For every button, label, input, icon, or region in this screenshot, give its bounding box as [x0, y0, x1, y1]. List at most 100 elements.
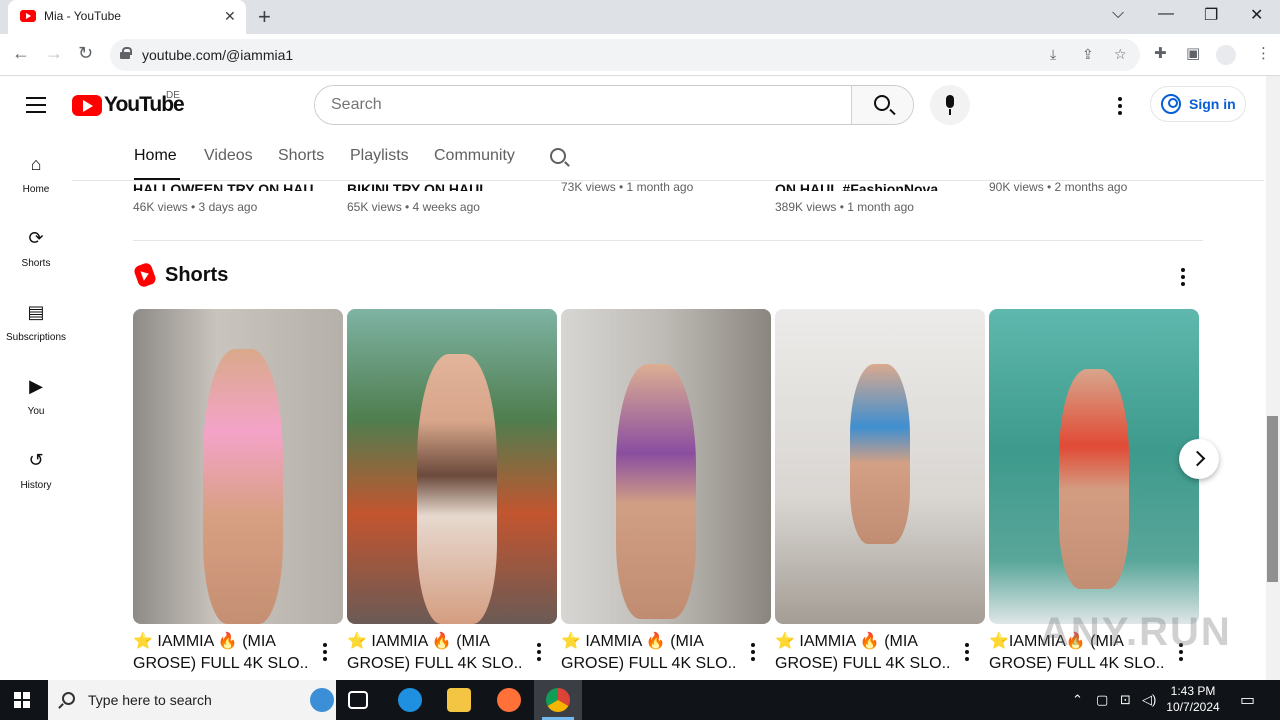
- page-scrollbar-track[interactable]: [1266, 76, 1280, 680]
- guide-label: Home: [22, 184, 50, 195]
- voice-search-mic-icon[interactable]: [930, 85, 970, 125]
- shelf-title: Shorts: [165, 264, 229, 286]
- guide-item-home[interactable]: ⌂ Home: [0, 154, 72, 228]
- install-app-icon[interactable]: ⤓: [1050, 46, 1056, 63]
- lock-icon[interactable]: [120, 47, 132, 59]
- search-box: [314, 85, 914, 125]
- youtube-favicon-icon: [20, 10, 36, 22]
- tab-home[interactable]: Home: [134, 147, 177, 165]
- country-code: DE: [166, 90, 180, 101]
- mini-guide: ⌂ Home ⟳ Shorts ▤ Subscriptions ▶ You ↺ …: [0, 134, 72, 680]
- chrome-menu-icon[interactable]: ⋮: [1256, 44, 1271, 62]
- windows-start-icon[interactable]: [14, 692, 30, 708]
- tab-search-chevron-icon[interactable]: ⌵: [1112, 5, 1124, 23]
- close-window-icon[interactable]: ✕: [1250, 5, 1263, 25]
- tab-community[interactable]: Community: [434, 147, 515, 165]
- video-title[interactable]: ON HAUL #FashionNova: [775, 181, 955, 191]
- account-icon: [1161, 94, 1181, 114]
- firefox-icon[interactable]: [497, 688, 521, 712]
- tray-device-icon[interactable]: ▢: [1096, 692, 1108, 708]
- file-explorer-icon[interactable]: [447, 688, 471, 712]
- guide-label: Subscriptions: [5, 332, 67, 343]
- sign-in-button[interactable]: Sign in: [1150, 86, 1246, 122]
- clock-date: 10/7/2024: [1166, 700, 1220, 714]
- video-title[interactable]: BIKINI TRY ON HAUL...: [347, 181, 527, 191]
- windows-taskbar: Type here to search ⌃ ▢ ⊡ ◁) 1:43 PM 10/…: [0, 680, 1280, 720]
- short-title-line1: ⭐ IAMMIA 🔥 (MIA: [561, 633, 704, 650]
- short-title[interactable]: ⭐ IAMMIA 🔥 (MIA GROSE) FULL 4K SLO...: [347, 631, 522, 675]
- close-tab-icon[interactable]: ✕: [224, 8, 236, 25]
- bookmark-star-icon[interactable]: ☆: [1114, 46, 1127, 63]
- chrome-taskbar-button[interactable]: [534, 680, 582, 720]
- network-icon[interactable]: ⊡: [1120, 692, 1131, 708]
- short-title[interactable]: ⭐ IAMMIA 🔥 (MIA GROSE) FULL 4K SLO...: [133, 631, 308, 675]
- browser-toolbar: ← → ↻ youtube.com/@iammia1 ⤓ ⇪ ☆ ✚ ▣ ⋮: [0, 34, 1280, 76]
- volume-icon[interactable]: ◁): [1142, 692, 1156, 708]
- profile-avatar-icon[interactable]: [1216, 45, 1236, 65]
- new-tab-icon[interactable]: +: [258, 4, 271, 30]
- youtube-logo-icon[interactable]: [72, 95, 102, 116]
- back-icon[interactable]: ←: [12, 43, 30, 64]
- search-icon: [874, 95, 890, 111]
- video-meta: 389K views • 1 month ago: [775, 200, 914, 214]
- guide-item-you[interactable]: ▶ You: [0, 376, 72, 450]
- guide-item-shorts[interactable]: ⟳ Shorts: [0, 228, 72, 302]
- restore-icon[interactable]: ❐: [1204, 5, 1218, 25]
- video-meta: 65K views • 4 weeks ago: [347, 200, 480, 214]
- active-tab-indicator: [134, 178, 180, 180]
- guide-item-history[interactable]: ↺ History: [0, 450, 72, 524]
- guide-menu-icon[interactable]: [26, 97, 46, 113]
- share-icon[interactable]: ⇪: [1082, 46, 1094, 63]
- page-scrollbar-thumb[interactable]: [1267, 416, 1278, 582]
- subscriptions-icon: ▤: [27, 302, 45, 322]
- short-thumbnail[interactable]: [989, 309, 1199, 624]
- short-more-icon[interactable]: [323, 643, 327, 664]
- short-title-line2: GROSE) FULL 4K SLO...: [347, 655, 522, 672]
- video-meta: 90K views • 2 months ago: [989, 180, 1128, 194]
- home-icon: ⌂: [30, 154, 42, 174]
- short-more-icon[interactable]: [751, 643, 755, 664]
- history-icon: ↺: [28, 450, 44, 470]
- short-title[interactable]: ⭐ IAMMIA 🔥 (MIA GROSE) FULL 4K SLO...: [561, 631, 736, 675]
- tab-shorts[interactable]: Shorts: [278, 147, 324, 165]
- browser-tab-title: Mia - YouTube: [44, 9, 121, 23]
- extensions-icon[interactable]: ✚: [1154, 44, 1167, 62]
- short-thumbnail[interactable]: [133, 309, 343, 624]
- sign-in-label: Sign in: [1189, 96, 1236, 112]
- video-meta: 46K views • 3 days ago: [133, 200, 258, 214]
- guide-item-subscriptions[interactable]: ▤ Subscriptions: [0, 302, 72, 376]
- shelf-more-icon[interactable]: [1181, 268, 1185, 289]
- short-more-icon[interactable]: [537, 643, 541, 664]
- tab-playlists[interactable]: Playlists: [350, 147, 409, 165]
- short-more-icon[interactable]: [965, 643, 969, 664]
- search-input[interactable]: [315, 86, 851, 124]
- side-panel-icon[interactable]: ▣: [1186, 44, 1200, 62]
- video-title[interactable]: HALLOWEEN TRY ON HAUL: [133, 181, 313, 191]
- short-thumbnail[interactable]: [347, 309, 557, 624]
- forward-icon[interactable]: →: [45, 43, 63, 64]
- channel-search-icon[interactable]: [550, 148, 566, 164]
- short-title[interactable]: ⭐ IAMMIA 🔥 (MIA GROSE) FULL 4K SLO...: [775, 631, 950, 675]
- youtube-masthead: YouTube DE Sign in: [0, 76, 1280, 134]
- minimize-icon[interactable]: —: [1158, 5, 1174, 23]
- taskbar-search-box[interactable]: Type here to search: [48, 680, 336, 720]
- reload-icon[interactable]: ↻: [78, 43, 93, 64]
- tray-overflow-chevron-icon[interactable]: ⌃: [1072, 692, 1083, 708]
- shelf-next-button[interactable]: [1179, 439, 1219, 479]
- short-title-line2: GROSE) FULL 4K SLO...: [561, 655, 736, 672]
- settings-more-icon[interactable]: [1118, 97, 1122, 118]
- edge-browser-icon[interactable]: [398, 688, 422, 712]
- browser-tab[interactable]: Mia - YouTube ✕: [8, 0, 246, 34]
- notification-center-icon[interactable]: ▭: [1240, 690, 1255, 710]
- section-divider: [133, 240, 1203, 241]
- tab-videos[interactable]: Videos: [204, 147, 253, 165]
- chrome-icon: [546, 688, 570, 712]
- search-button[interactable]: [851, 86, 913, 124]
- shorts-icon: ⟳: [28, 228, 44, 248]
- address-bar[interactable]: youtube.com/@iammia1 ⤓ ⇪ ☆: [110, 39, 1140, 71]
- short-thumbnail[interactable]: [775, 309, 985, 624]
- taskbar-clock[interactable]: 1:43 PM 10/7/2024: [1156, 683, 1230, 715]
- url-text[interactable]: youtube.com/@iammia1: [142, 47, 293, 63]
- short-thumbnail[interactable]: [561, 309, 771, 624]
- task-view-icon[interactable]: [348, 691, 368, 709]
